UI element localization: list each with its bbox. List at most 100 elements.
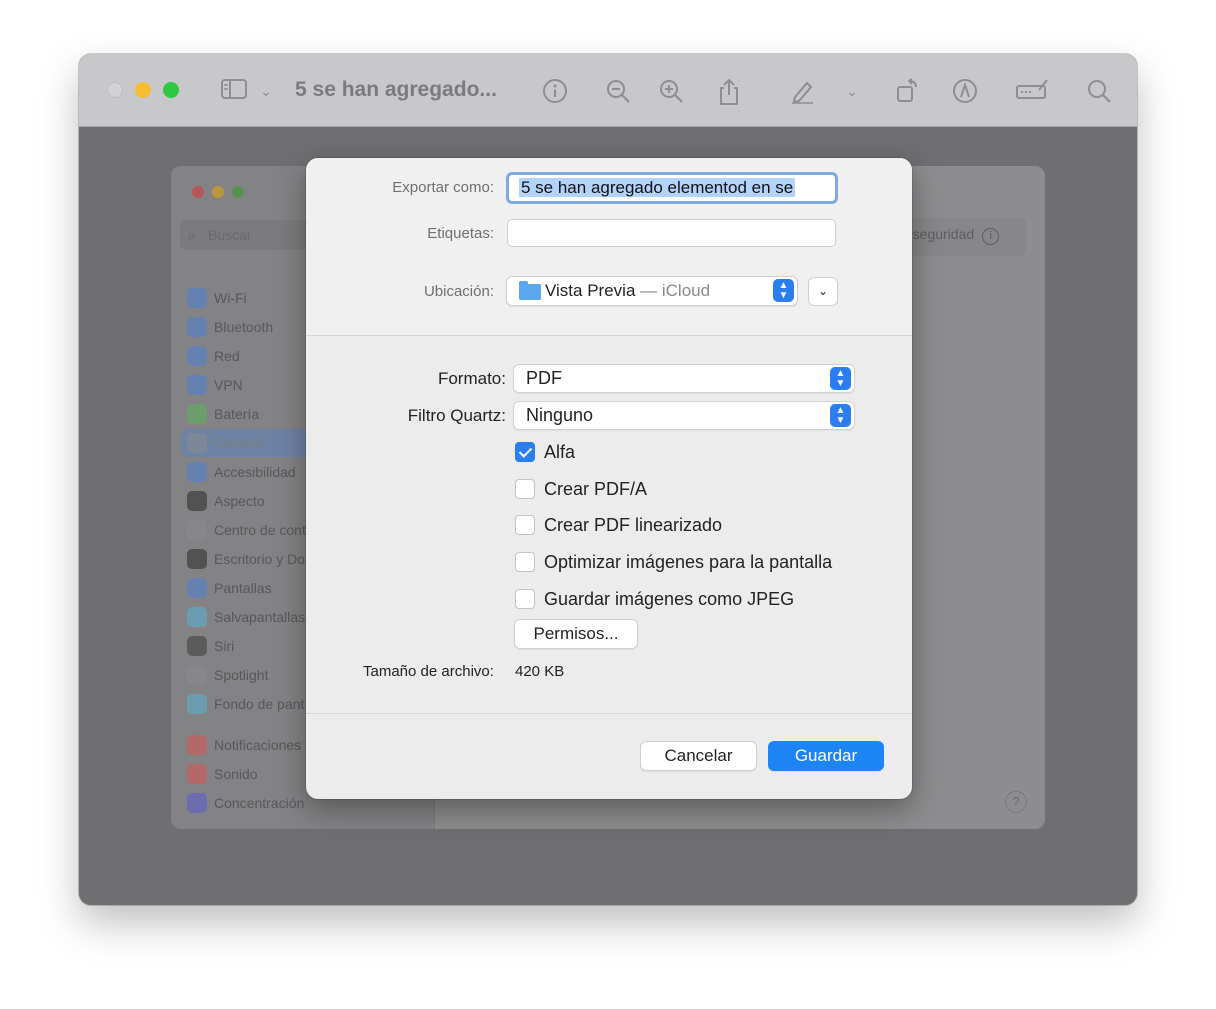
checkbox[interactable] xyxy=(515,515,535,535)
format-popup[interactable]: PDF ▲ ▼ xyxy=(513,364,855,393)
markup-pen-icon[interactable] xyxy=(788,78,816,104)
sidebar-item-label: Aspecto xyxy=(214,493,265,509)
sidebar-item-label: Wi-Fi xyxy=(214,290,247,306)
up-down-arrows-icon: ▲ ▼ xyxy=(830,404,851,427)
vpn-icon xyxy=(187,375,207,395)
location-label: Ubicación: xyxy=(423,283,494,300)
option-checkbox-row[interactable]: Optimizar imágenes para la pantalla xyxy=(515,551,832,573)
permissions-button[interactable]: Permisos... xyxy=(514,619,638,649)
sidebar-item-aspecto: Aspecto xyxy=(187,489,265,513)
tags-field[interactable] xyxy=(507,219,836,247)
divider xyxy=(306,713,912,714)
location-separator: — xyxy=(635,281,662,300)
info-icon: i xyxy=(982,228,1000,245)
sidebar-item-concentración: Concentración xyxy=(187,791,304,815)
expand-location-button[interactable]: ⌄ xyxy=(808,277,838,306)
option-checkbox-row[interactable]: Crear PDF/A xyxy=(515,478,647,500)
brightness-icon xyxy=(187,578,207,598)
zoom-window-button xyxy=(232,186,244,198)
sidebar-item-label: Bluetooth xyxy=(214,319,274,335)
search-placeholder: Buscar xyxy=(208,227,252,243)
sidebar-item-label: General xyxy=(214,435,264,451)
sidebar-item-label: Concentración xyxy=(214,795,305,811)
chevron-down-icon: ⌄ xyxy=(817,284,829,298)
preview-toolbar: ⌄ 5 se han agregado... ⌄ xyxy=(79,54,1137,127)
location-folder: Vista Previa xyxy=(545,281,636,300)
option-checkbox-row[interactable]: Crear PDF linearizado xyxy=(515,514,722,536)
sidebar-item-red: Red xyxy=(187,344,240,368)
sidebar-item-label: Escritorio y Do xyxy=(214,551,306,567)
desktop-dock-icon xyxy=(187,549,207,569)
chevron-down-icon[interactable]: ⌄ xyxy=(843,78,861,104)
option-checkbox-row[interactable]: Alfa xyxy=(515,441,575,463)
export-as-field[interactable]: 5 se han agregado elementod en se xyxy=(506,172,838,204)
sidebar-item-label: Centro de cont xyxy=(214,522,306,538)
sidebar-item-label: Sonido xyxy=(214,766,258,782)
sidebar-item-label: Siri xyxy=(214,638,235,654)
save-button[interactable]: Guardar xyxy=(768,741,884,771)
location-service: iCloud xyxy=(661,281,711,300)
wallpaper-icon xyxy=(187,694,207,714)
checkbox[interactable] xyxy=(515,589,535,609)
divider xyxy=(306,335,912,336)
form-fill-icon[interactable] xyxy=(1014,78,1050,104)
sidebar-item-label: Pantallas xyxy=(214,580,272,596)
gear-icon xyxy=(187,433,207,453)
sidebar-item-label: VPN xyxy=(214,377,243,393)
speaker-icon xyxy=(187,764,207,784)
markup-icon[interactable] xyxy=(951,78,979,104)
checkbox[interactable] xyxy=(515,479,535,499)
sidebar-item-label: Red xyxy=(214,348,240,364)
window-title: 5 se han agregado... xyxy=(295,78,497,101)
export-sheet: Exportar como: 5 se han agregado element… xyxy=(306,158,912,799)
export-as-value: 5 se han agregado elementod en se xyxy=(519,178,796,197)
sidebar-item-accesibilidad: Accesibilidad xyxy=(187,460,296,484)
share-icon[interactable] xyxy=(715,78,743,105)
checkbox[interactable] xyxy=(515,552,535,572)
info-icon[interactable] xyxy=(541,78,569,104)
option-label: Optimizar imágenes para la pantalla xyxy=(544,551,833,572)
folder-icon xyxy=(519,281,541,300)
sidebar-item-escritorio-y-do: Escritorio y Do xyxy=(187,547,305,571)
sidebar-item-centro-de-cont: Centro de cont xyxy=(187,518,306,542)
sidebar-item-sonido: Sonido xyxy=(187,762,258,786)
sidebar-item-label: Accesibilidad xyxy=(214,464,296,480)
sidebar-item-vpn: VPN xyxy=(187,373,243,397)
bluetooth-icon xyxy=(187,317,207,337)
file-size-value: 420 KB xyxy=(515,663,565,680)
search-icon[interactable] xyxy=(1085,78,1113,104)
file-size-label: Tamaño de archivo: xyxy=(363,663,494,680)
quartz-filter-label: Filtro Quartz: xyxy=(407,406,506,425)
appearance-icon xyxy=(187,491,207,511)
sidebar-item-spotlight: Spotlight xyxy=(187,663,268,687)
quartz-filter-popup[interactable]: Ninguno ▲ ▼ xyxy=(513,401,855,430)
bell-icon xyxy=(187,735,207,755)
checkbox-checked[interactable] xyxy=(515,442,535,462)
option-label: Crear PDF linearizado xyxy=(544,514,723,535)
zoom-out-icon[interactable] xyxy=(604,78,632,104)
option-checkbox-row[interactable]: Guardar imágenes como JPEG xyxy=(515,588,794,610)
sidebar-item-fondo-de-pant: Fondo de pant xyxy=(187,692,304,716)
screensaver-icon xyxy=(187,607,207,627)
moon-icon xyxy=(187,793,207,813)
sidebar-item-siri: Siri xyxy=(187,634,234,658)
sidebar-item-label: Spotlight xyxy=(214,667,269,683)
export-as-label: Exportar como: xyxy=(392,179,494,196)
close-window-button[interactable] xyxy=(107,82,123,98)
search-icon: ⌕ xyxy=(188,227,196,243)
sidebar-item-notificaciones: Notificaciones xyxy=(187,733,301,757)
quartz-filter-value: Ninguno xyxy=(526,405,594,425)
zoom-window-button[interactable] xyxy=(163,82,179,98)
cancel-button[interactable]: Cancelar xyxy=(640,741,757,771)
sidebar-item-batería: Batería xyxy=(187,402,259,426)
sidebar-item-label: Notificaciones xyxy=(214,737,302,753)
sidebar-icon[interactable] xyxy=(219,78,249,104)
chevron-down-icon[interactable]: ⌄ xyxy=(257,78,275,104)
sidebar-item-label: Salvapantallas xyxy=(214,609,306,625)
spotlight-icon xyxy=(187,665,207,685)
rotate-icon[interactable] xyxy=(894,78,922,104)
zoom-in-icon[interactable] xyxy=(657,78,685,104)
option-label: Alfa xyxy=(544,441,576,462)
minimize-window-button[interactable] xyxy=(135,82,151,98)
location-popup[interactable]: Vista Previa — iCloud ▲ ▼ xyxy=(506,276,798,306)
